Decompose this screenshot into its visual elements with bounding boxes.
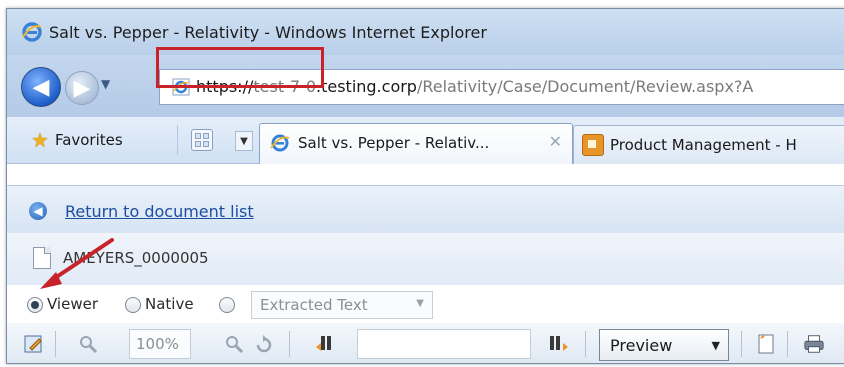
back-circle-icon[interactable]: ◀ (29, 202, 47, 220)
title-bar: Salt vs. Pepper - Relativity - Windows I… (7, 9, 844, 55)
url-host-domain: .testing.corp (316, 77, 417, 96)
tabs-row: ★ Favorites ▼ Salt vs. Pepper - Relativ.… (7, 117, 844, 164)
extracted-text-radio[interactable] (219, 297, 235, 313)
toolbar-divider (585, 331, 586, 357)
find-next-icon[interactable] (547, 333, 569, 355)
window-title: Salt vs. Pepper - Relativity - Windows I… (49, 23, 487, 42)
print-icon[interactable] (803, 333, 825, 355)
favorites-label: Favorites (54, 131, 123, 149)
chevron-down-icon: ▼ (416, 298, 424, 309)
extracted-text-select[interactable]: Extracted Text ▼ (251, 291, 433, 319)
tab-product-management[interactable]: Product Management - H (573, 125, 844, 164)
mode-label: Preview (610, 336, 673, 355)
chevron-down-icon: ▼ (711, 339, 720, 352)
forward-arrow-icon: ▶ (73, 75, 91, 101)
new-page-icon[interactable] (755, 333, 777, 355)
return-bar: ◀ Return to document list (7, 185, 844, 235)
viewer-label: Viewer (47, 295, 98, 313)
tab-salt-vs-pepper[interactable]: Salt vs. Pepper - Relativ... ✕ (259, 123, 573, 164)
recent-pages-dropdown[interactable]: ▼ (101, 77, 110, 91)
search-input[interactable] (357, 329, 531, 359)
quick-tabs-icon[interactable] (191, 129, 213, 151)
viewer-mode-row: Viewer Native Extracted Text ▼ (7, 285, 844, 324)
zoom-in-icon[interactable] (223, 333, 245, 355)
address-row: ◀ ▶ ▼ https://test-7-0.testing.corp/Rela… (7, 55, 844, 117)
url-highlight-box (156, 47, 324, 88)
ie-logo-icon (270, 134, 290, 152)
toolbar-divider (787, 331, 788, 357)
mode-select[interactable]: Preview ▼ (599, 329, 729, 361)
url-path: /Relativity/Case/Document/Review.aspx?A (416, 77, 754, 96)
toolbar-divider (289, 331, 290, 357)
close-tab-icon[interactable]: ✕ (549, 132, 562, 151)
viewer-radio[interactable] (27, 297, 43, 313)
forward-button[interactable]: ▶ (65, 71, 99, 105)
favorites-button[interactable]: ★ Favorites (31, 127, 123, 153)
tab-label: Salt vs. Pepper - Relativ... (298, 134, 490, 152)
toolbar-divider (55, 331, 56, 357)
native-radio[interactable] (125, 297, 141, 313)
back-arrow-icon: ◀ (32, 74, 50, 100)
tab-list-dropdown[interactable]: ▼ (235, 131, 253, 151)
document-icon (33, 247, 51, 269)
back-button[interactable]: ◀ (21, 67, 61, 107)
find-previous-icon[interactable] (315, 333, 337, 355)
browser-window: Salt vs. Pepper - Relativity - Windows I… (6, 8, 844, 364)
tab-divider (177, 125, 178, 155)
tab-label: Product Management - H (610, 136, 797, 154)
document-id: AMEYERS_0000005 (63, 249, 209, 267)
document-header: AMEYERS_0000005 (7, 233, 844, 286)
star-icon: ★ (31, 128, 49, 152)
product-management-icon (582, 134, 604, 156)
zoom-level[interactable]: 100% (129, 329, 191, 359)
return-to-document-list-link[interactable]: Return to document list (65, 202, 254, 221)
native-label: Native (145, 295, 194, 313)
toolbar-divider (741, 331, 742, 357)
zoom-out-icon[interactable] (77, 333, 99, 355)
rotate-icon[interactable] (253, 333, 275, 355)
edit-icon[interactable] (23, 333, 45, 355)
viewer-toolbar: 100% Preview ▼ (7, 323, 844, 363)
extracted-text-label: Extracted Text (260, 296, 368, 314)
ie-logo-icon (22, 22, 42, 42)
